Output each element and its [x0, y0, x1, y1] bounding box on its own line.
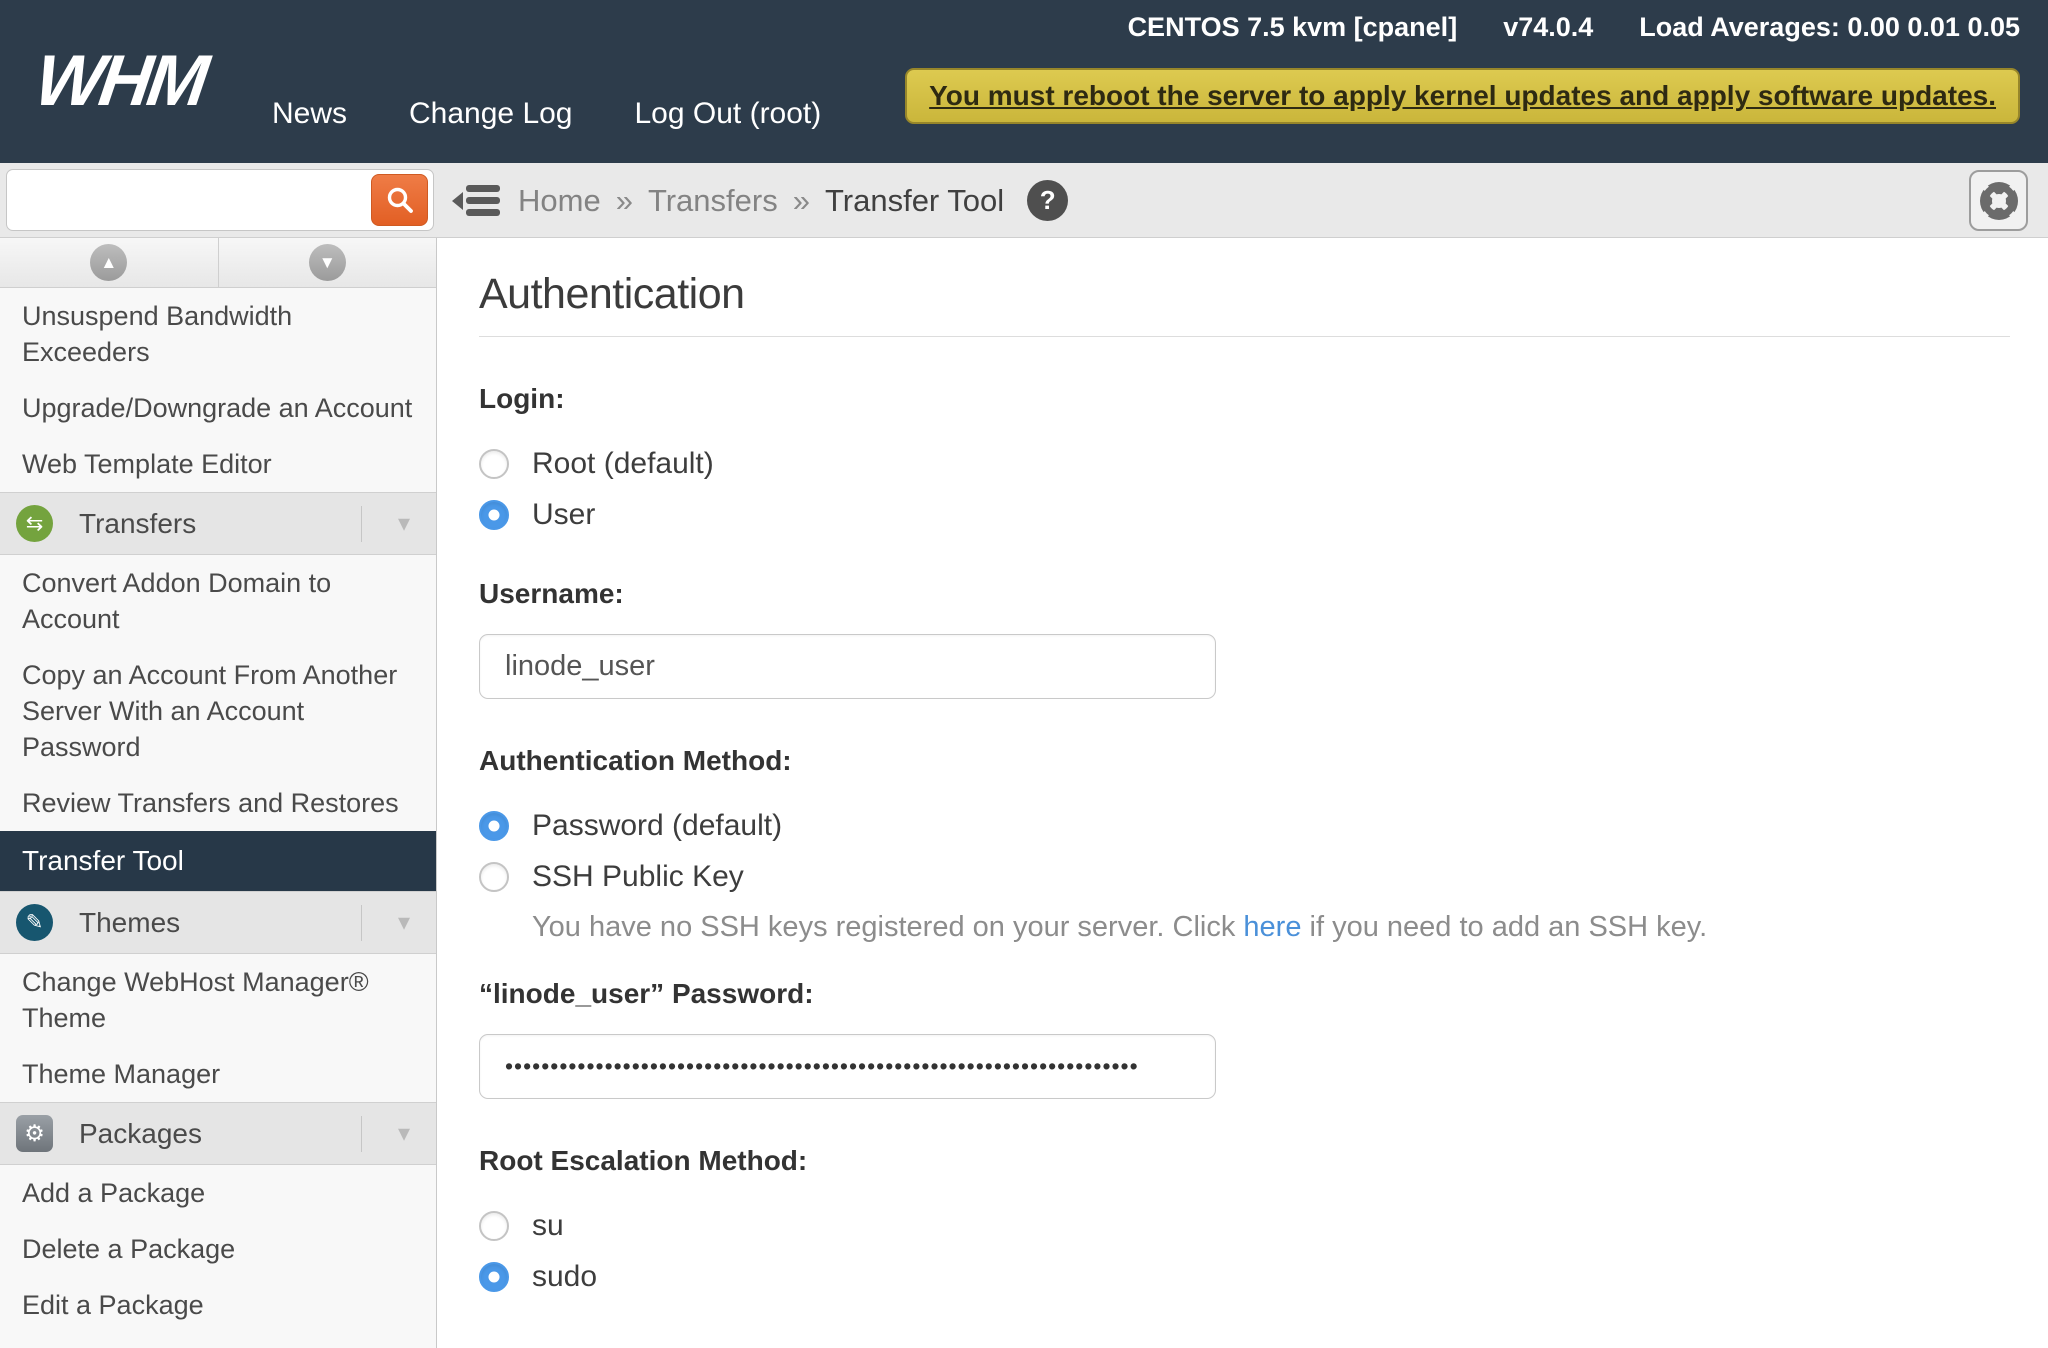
arrow-down-icon: ▼: [309, 244, 346, 281]
breadcrumb-separator: »: [793, 183, 810, 219]
root-default-radio[interactable]: Root (default): [479, 447, 714, 481]
chevron-down-icon[interactable]: ▾: [388, 1119, 420, 1148]
packages-icon: ⚙: [16, 1115, 53, 1152]
radio-checked-icon[interactable]: [479, 1262, 509, 1292]
auth-method-radio-group: Password (default) SSH Public Key: [479, 809, 2010, 894]
sidebar-item-copy-an-account-from-another-server-with-an-account-password[interactable]: Copy an Account From Another Server With…: [0, 647, 436, 775]
status-version: v74.0.4: [1503, 12, 1593, 43]
sidebar-item-feature-manager[interactable]: Feature Manager: [0, 1333, 436, 1348]
sidebar-item-review-transfers-and-restores[interactable]: Review Transfers and Restores: [0, 775, 436, 831]
chevron-down-icon[interactable]: ▾: [388, 509, 420, 538]
content-row: ▲ ▼ Unsuspend Bandwidth ExceedersUpgrade…: [0, 238, 2048, 1348]
auth-method-label: Authentication Method:: [479, 745, 2010, 777]
radio-unchecked-icon[interactable]: [479, 862, 509, 892]
main-content: Authentication Login: Root (default) User…: [437, 238, 2048, 1348]
sidebar-section-themes[interactable]: ✎ Themes ▾: [0, 891, 436, 954]
breadcrumb-separator: »: [616, 183, 633, 219]
sidebar-item-change-webhost-manager-theme[interactable]: Change WebHost Manager® Theme: [0, 954, 436, 1046]
status-load-averages: Load Averages: 0.00 0.01 0.05: [1639, 12, 2020, 43]
breadcrumb: Home » Transfers » Transfer Tool ?: [518, 163, 1068, 238]
search-button[interactable]: [371, 174, 428, 226]
sidebar-section-packages[interactable]: ⚙ Packages ▾: [0, 1102, 436, 1165]
radio-label: su: [532, 1209, 564, 1243]
authentication-heading: Authentication: [479, 270, 2010, 319]
section-divider-line: [479, 336, 2010, 337]
sidebar-item-convert-addon-domain-to-account[interactable]: Convert Addon Domain to Account: [0, 555, 436, 647]
chevron-down-icon[interactable]: ▾: [388, 908, 420, 937]
radio-label: SSH Public Key: [532, 860, 744, 894]
sidebar-section-transfers[interactable]: ⇆ Transfers ▾: [0, 492, 436, 555]
themes-icon: ✎: [16, 904, 53, 941]
breadcrumb-transfers[interactable]: Transfers: [648, 183, 778, 219]
radio-unchecked-icon[interactable]: [479, 1211, 509, 1241]
breadcrumb-home[interactable]: Home: [518, 183, 601, 219]
sidebar-scrollers: ▲ ▼: [0, 238, 436, 288]
password-label: “linode_user” Password:: [479, 978, 2010, 1010]
search-input[interactable]: [9, 172, 361, 228]
life-ring-icon: [1977, 179, 2021, 223]
server-status: CENTOS 7.5 kvm [cpanel] v74.0.4 Load Ave…: [1128, 12, 2020, 43]
whm-logo[interactable]: WHM: [30, 40, 209, 122]
sidebar-item-upgrade-downgrade-an-account[interactable]: Upgrade/Downgrade an Account: [0, 380, 436, 436]
support-button[interactable]: [1969, 170, 2028, 231]
sidebar-item-unsuspend-bandwidth-exceeders[interactable]: Unsuspend Bandwidth Exceeders: [0, 288, 436, 380]
radio-checked-icon[interactable]: [479, 811, 509, 841]
sidebar-item-delete-a-package[interactable]: Delete a Package: [0, 1221, 436, 1277]
root-escalation-label: Root Escalation Method:: [479, 1145, 2010, 1177]
section-label: Transfers: [79, 508, 335, 540]
radio-checked-icon[interactable]: [479, 500, 509, 530]
password-input[interactable]: [479, 1034, 1216, 1099]
scroll-down-button[interactable]: ▼: [219, 238, 437, 287]
nav-log-out[interactable]: Log Out (root): [635, 97, 822, 131]
ssh-public-key-radio[interactable]: SSH Public Key: [479, 860, 744, 894]
radio-label: Root (default): [532, 447, 714, 481]
username-input[interactable]: [479, 634, 1216, 699]
toolbar: Home » Transfers » Transfer Tool ?: [0, 163, 2048, 238]
section-label: Packages: [79, 1118, 335, 1150]
login-radio-group: Root (default) User: [479, 447, 2010, 532]
section-divider: [361, 1116, 362, 1152]
ssh-note-text: if you need to add an SSH key.: [1301, 911, 1707, 943]
help-icon[interactable]: ?: [1027, 180, 1068, 221]
sidebar-item-transfer-tool[interactable]: Transfer Tool: [0, 831, 436, 891]
collapse-sidebar-icon[interactable]: [452, 181, 502, 226]
ssh-note: You have no SSH keys registered on your …: [532, 911, 2010, 944]
ssh-here-link[interactable]: here: [1243, 911, 1301, 943]
search-box: [6, 169, 434, 231]
sudo-radio[interactable]: sudo: [479, 1260, 597, 1294]
top-header: CENTOS 7.5 kvm [cpanel] v74.0.4 Load Ave…: [0, 0, 2048, 163]
sidebar-item-web-template-editor[interactable]: Web Template Editor: [0, 436, 436, 492]
sidebar: ▲ ▼ Unsuspend Bandwidth ExceedersUpgrade…: [0, 238, 437, 1348]
page: CENTOS 7.5 kvm [cpanel] v74.0.4 Load Ave…: [0, 0, 2048, 1348]
radio-unchecked-icon[interactable]: [479, 449, 509, 479]
nav-news[interactable]: News: [272, 97, 347, 131]
sidebar-item-theme-manager[interactable]: Theme Manager: [0, 1046, 436, 1102]
section-divider: [361, 905, 362, 941]
user-radio[interactable]: User: [479, 498, 595, 532]
username-label: Username:: [479, 578, 2010, 610]
top-nav: News Change Log Log Out (root): [272, 97, 821, 131]
arrow-up-icon: ▲: [90, 244, 127, 281]
sidebar-item-edit-a-package[interactable]: Edit a Package: [0, 1277, 436, 1333]
nav-change-log[interactable]: Change Log: [409, 97, 572, 131]
status-os: CENTOS 7.5 kvm [cpanel]: [1128, 12, 1458, 43]
password-default-radio[interactable]: Password (default): [479, 809, 782, 843]
section-divider: [361, 506, 362, 542]
breadcrumb-current: Transfer Tool: [825, 183, 1004, 219]
reboot-warning-banner[interactable]: You must reboot the server to apply kern…: [905, 68, 2020, 124]
radio-label: User: [532, 498, 595, 532]
transfers-icon: ⇆: [16, 505, 53, 542]
ssh-note-text: You have no SSH keys registered on your …: [532, 911, 1243, 943]
scroll-up-button[interactable]: ▲: [0, 238, 219, 287]
root-escalation-radio-group: su sudo: [479, 1209, 2010, 1294]
search-icon: [385, 185, 415, 215]
section-label: Themes: [79, 907, 335, 939]
sidebar-menu: Unsuspend Bandwidth ExceedersUpgrade/Dow…: [0, 288, 436, 1348]
radio-label: Password (default): [532, 809, 782, 843]
su-radio[interactable]: su: [479, 1209, 564, 1243]
radio-label: sudo: [532, 1260, 597, 1294]
sidebar-item-add-a-package[interactable]: Add a Package: [0, 1165, 436, 1221]
login-label: Login:: [479, 383, 2010, 415]
